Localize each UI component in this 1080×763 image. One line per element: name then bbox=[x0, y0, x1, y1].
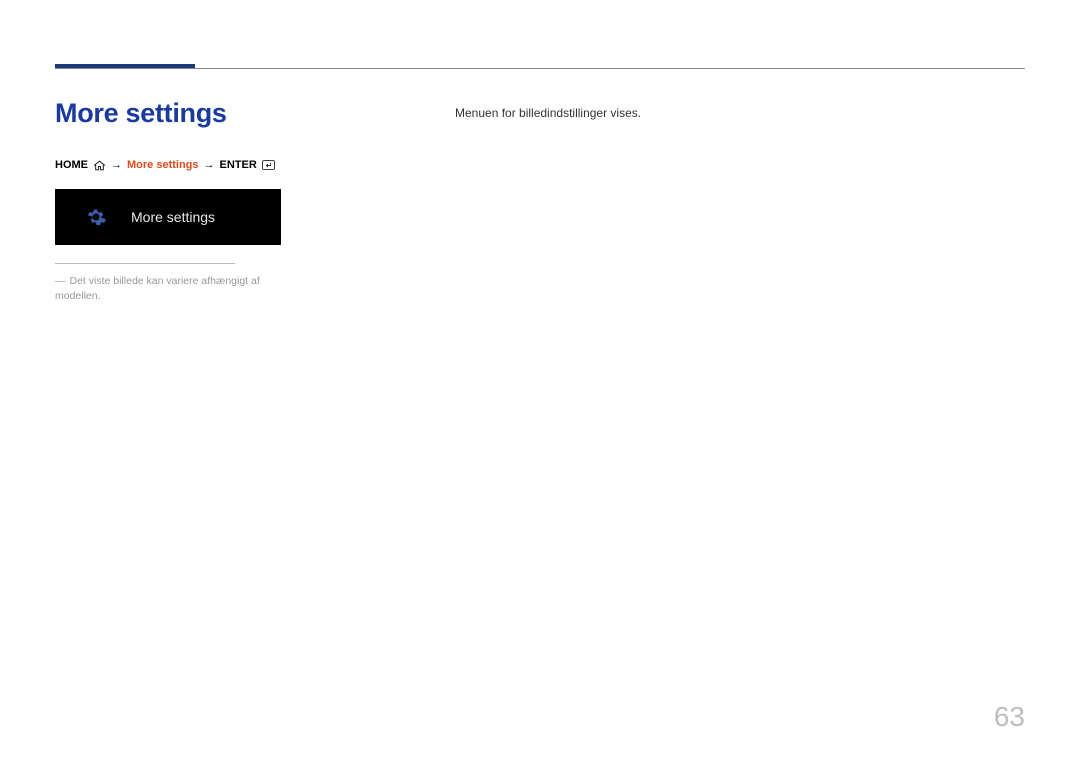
document-page: More settings HOME → More settings → ENT… bbox=[0, 0, 1080, 763]
breadcrumb-arrow-2: → bbox=[204, 159, 215, 171]
footnote-text: Det viste billede kan variere afhængigt … bbox=[55, 275, 260, 302]
page-number: 63 bbox=[994, 701, 1025, 733]
tile-label: More settings bbox=[131, 209, 215, 225]
breadcrumb-current: More settings bbox=[127, 159, 199, 171]
footnote-divider bbox=[55, 263, 235, 264]
gear-icon bbox=[85, 206, 107, 228]
breadcrumb-enter: ENTER bbox=[220, 159, 257, 171]
home-icon bbox=[93, 160, 106, 171]
right-column: Menuen for billedindstillinger vises. bbox=[455, 98, 1025, 723]
footnote: ―Det viste billede kan variere afhængigt… bbox=[55, 274, 285, 303]
enter-icon bbox=[262, 160, 275, 171]
breadcrumb-home: HOME bbox=[55, 159, 88, 171]
header-rule bbox=[55, 68, 1025, 69]
left-column: More settings HOME → More settings → ENT… bbox=[55, 98, 285, 723]
body-text: Menuen for billedindstillinger vises. bbox=[455, 106, 1025, 120]
breadcrumb: HOME → More settings → ENTER bbox=[55, 159, 285, 171]
breadcrumb-arrow-1: → bbox=[111, 159, 122, 171]
footnote-dash: ― bbox=[55, 275, 66, 287]
content-area: More settings HOME → More settings → ENT… bbox=[55, 98, 1025, 723]
section-heading: More settings bbox=[55, 98, 285, 129]
settings-tile: More settings bbox=[55, 189, 281, 245]
